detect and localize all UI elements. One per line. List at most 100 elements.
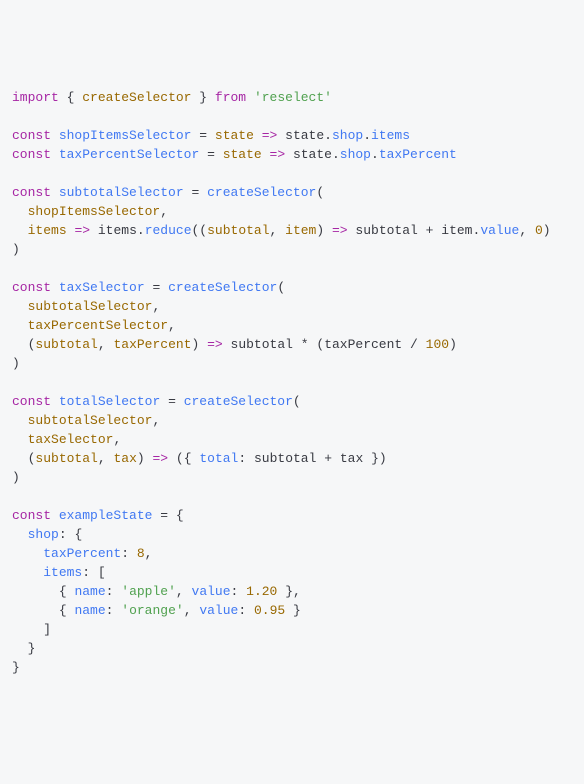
comma: , [168,318,176,333]
comma: , [98,451,106,466]
colon: : [59,527,67,542]
paren-close: ) [449,337,457,352]
colon: : [121,546,129,561]
plus: + [324,451,332,466]
brace-open: { [176,508,184,523]
keyword-const: const [12,147,51,162]
paren-open-2: (( [192,223,208,238]
brace-open: { [59,584,67,599]
colon: : [238,451,246,466]
obj-open: ({ [176,451,192,466]
subtotal-ref: subtotal [355,223,417,238]
arg-shop-items-selector: shopItemsSelector [28,204,161,219]
paren-close: ) [12,356,20,371]
star: * [301,337,309,352]
state-ref: state [293,147,332,162]
arrow: => [332,223,348,238]
plus: + [426,223,434,238]
comma: , [160,204,168,219]
literal-8: 8 [137,546,145,561]
brace-close: } [199,90,207,105]
param-state: state [215,128,254,143]
arrow: => [74,223,90,238]
module-name: 'reselect' [254,90,332,105]
keyword-const: const [12,280,51,295]
param-state: state [223,147,262,162]
dot: . [371,147,379,162]
prop-tax-percent: taxPercent [43,546,121,561]
prop-items: items [371,128,410,143]
state-ref: state [285,128,324,143]
brace-open: { [59,603,67,618]
prop-value: value [192,584,231,599]
brace-close: } [12,660,20,675]
arrow: => [270,147,286,162]
paren-open: ( [277,280,285,295]
comma: , [176,584,184,599]
comma: , [270,223,278,238]
colon: : [82,565,90,580]
paren-close: ) [12,242,20,257]
tax-ref: tax [340,451,363,466]
prop-shop: shop [332,128,363,143]
keyword-import: import [12,90,59,105]
param-subtotal: subtotal [35,337,97,352]
colon: : [106,584,114,599]
items-ref: items [98,223,137,238]
brace-open: { [74,527,82,542]
literal-1-20: 1.20 [246,584,277,599]
eq: = [152,280,160,295]
param-subtotal: subtotal [207,223,269,238]
fn-reduce: reduce [145,223,192,238]
var-tax-selector: taxSelector [59,280,145,295]
arrow: => [207,337,223,352]
fn-create-selector: createSelector [207,185,316,200]
literal-0-95: 0.95 [254,603,285,618]
prop-total: total [199,451,238,466]
eq: = [160,508,168,523]
prop-shop: shop [28,527,59,542]
eq: = [207,147,215,162]
brace-close: } [293,603,301,618]
literal-orange: 'orange' [121,603,183,618]
code-block: import { createSelector } from 'reselect… [12,88,572,677]
tax-percent-ref: taxPercent [324,337,402,352]
param-item: item [285,223,316,238]
literal-apple: 'apple' [121,584,176,599]
fn-create-selector: createSelector [184,394,293,409]
brace-close-comma: }, [285,584,301,599]
keyword-const: const [12,508,51,523]
keyword-const: const [12,128,51,143]
var-example-state: exampleState [59,508,153,523]
comma: , [113,432,121,447]
item-ref: item [441,223,472,238]
var-shop-items-selector: shopItemsSelector [59,128,192,143]
keyword-const: const [12,185,51,200]
var-tax-percent-selector: taxPercentSelector [59,147,199,162]
fn-create-selector: createSelector [168,280,277,295]
bracket-open: [ [98,565,106,580]
dot: . [137,223,145,238]
subtotal-ref: subtotal [254,451,316,466]
prop-tax-percent: taxPercent [379,147,457,162]
paren-close: ) [12,470,20,485]
arg-tax-selector: taxSelector [28,432,114,447]
brace-close: } [28,641,36,656]
param-tax: tax [113,451,136,466]
param-subtotal: subtotal [35,451,97,466]
arrow: => [262,128,278,143]
dot: . [324,128,332,143]
comma: , [184,603,192,618]
keyword-const: const [12,394,51,409]
keyword-from: from [215,90,246,105]
comma: , [152,299,160,314]
arg-subtotal-selector: subtotalSelector [28,413,153,428]
prop-name: name [74,603,105,618]
eq: = [191,185,199,200]
paren-open: ( [293,394,301,409]
dot: . [363,128,371,143]
comma: , [98,337,106,352]
var-total-selector: totalSelector [59,394,160,409]
param-tax-percent: taxPercent [113,337,191,352]
prop-value: value [199,603,238,618]
